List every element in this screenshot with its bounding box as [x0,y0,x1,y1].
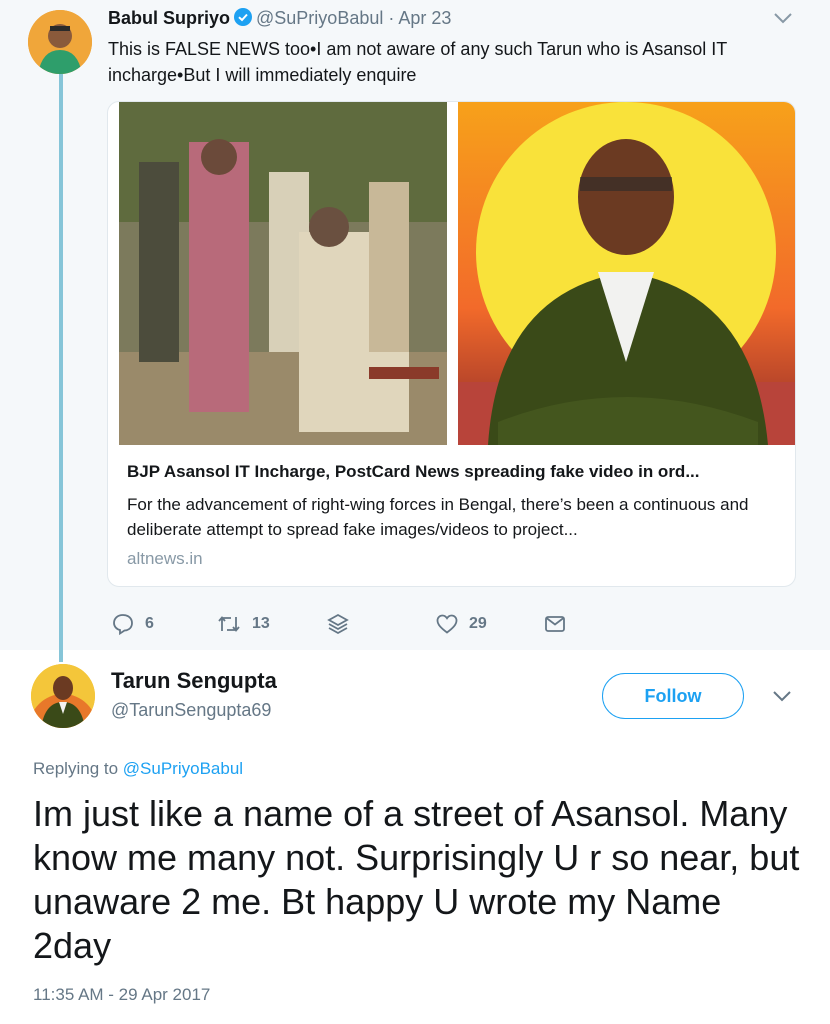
chevron-down-icon[interactable] [772,10,794,31]
parent-tweet[interactable]: Babul Supriyo @SuPriyoBabul · Apr 23 This… [0,0,830,662]
verified-badge-icon [234,8,253,31]
reply-author-handle[interactable]: @TarunSengupta69 [111,700,271,721]
card-image-portrait [458,102,795,445]
tweet-date[interactable]: Apr 23 [398,8,451,28]
replying-to-handle[interactable]: @SuPriyoBabul [123,759,243,778]
tweet-timestamp[interactable]: 11:35 AM - 29 Apr 2017 [33,985,210,1005]
reply-icon [111,612,135,636]
replying-to: Replying to @SuPriyoBabul [33,759,243,779]
card-title[interactable]: BJP Asansol IT Incharge, PostCard News s… [127,462,777,482]
card-domain[interactable]: altnews.in [127,549,203,569]
reply-action[interactable]: 6 [111,612,154,636]
stack-action[interactable] [326,612,350,636]
retweet-action[interactable]: 13 [216,612,270,636]
layers-icon [326,612,350,636]
chevron-down-icon[interactable] [771,688,793,709]
follow-button[interactable]: Follow [602,673,744,719]
message-action[interactable] [543,612,567,636]
tweet-header: Babul Supriyo @SuPriyoBabul · Apr 23 [108,8,451,31]
reply-author-name[interactable]: Tarun Sengupta [111,668,277,694]
envelope-icon [543,612,567,636]
author-name[interactable]: Babul Supriyo [108,8,230,28]
retweet-count: 13 [252,615,270,632]
avatar[interactable] [31,664,95,728]
like-count: 29 [469,615,487,632]
header-separator: · [388,8,395,28]
card-description: For the advancement of right-wing forces… [127,495,749,539]
card-image-crowd [119,102,447,445]
tweet-text: This is FALSE NEWS too•I am not aware of… [108,39,727,85]
link-card[interactable]: BJP Asansol IT Incharge, PostCard News s… [107,101,796,587]
heart-icon [435,612,459,636]
thread-connector-line [59,74,63,662]
retweet-icon [216,612,242,636]
author-handle[interactable]: @SuPriyoBabul [256,8,383,28]
avatar[interactable] [28,10,92,74]
reply-count: 6 [145,615,154,632]
reply-tweet-text: Im just like a name of a street of Asans… [33,793,800,966]
replying-prefix: Replying to [33,759,119,778]
like-action[interactable]: 29 [435,612,487,636]
